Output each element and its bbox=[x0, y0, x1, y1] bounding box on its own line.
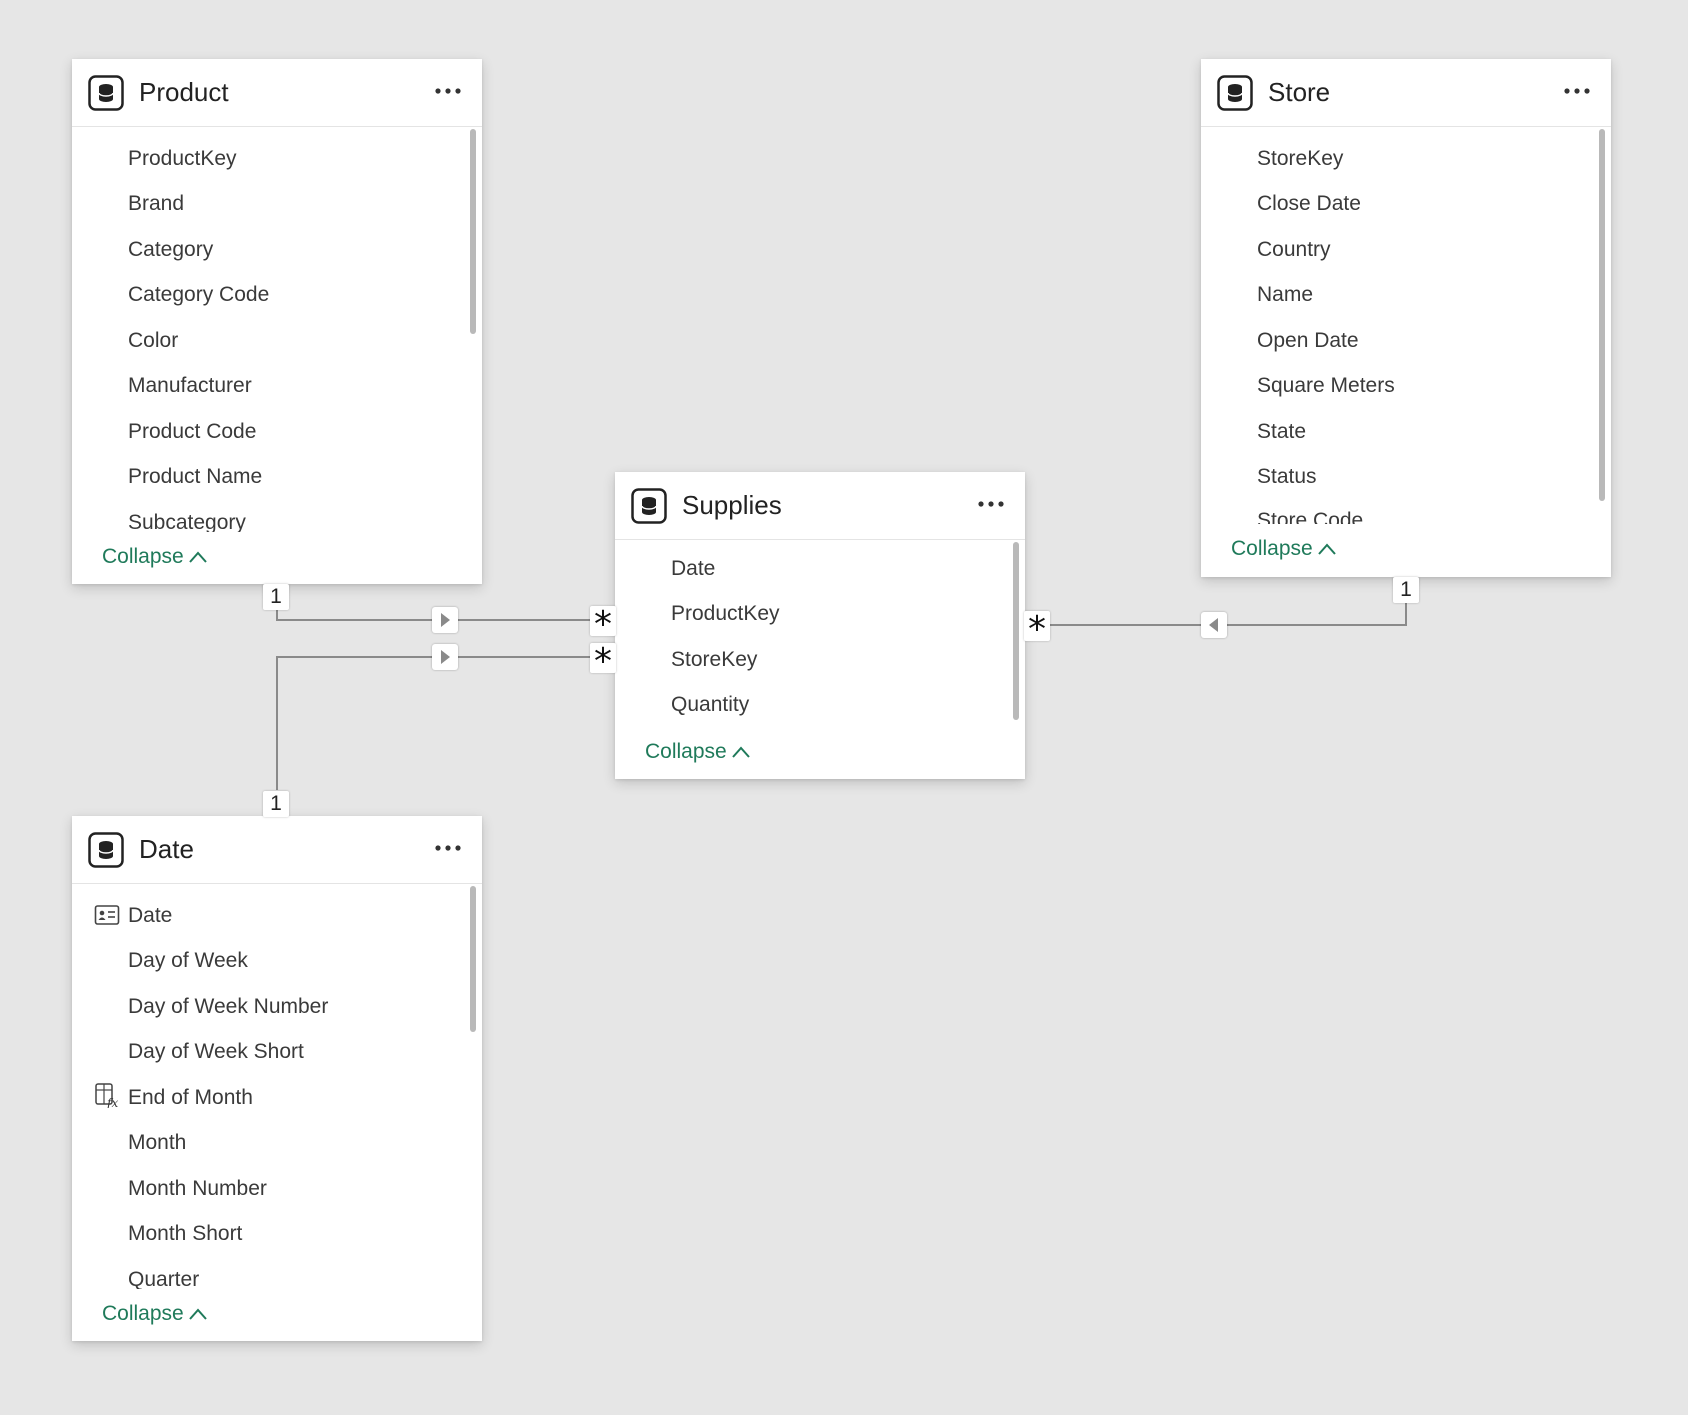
table-card-store[interactable]: Store StoreKey Close Date Country Name O… bbox=[1201, 59, 1611, 577]
field-item[interactable]: Product Code bbox=[128, 420, 256, 444]
table-header[interactable]: Product bbox=[72, 59, 482, 127]
table-card-date[interactable]: Date Date Day of Week Day of Week Number… bbox=[72, 816, 482, 1341]
cardinality-many-badge: * bbox=[1024, 611, 1050, 649]
table-icon bbox=[88, 75, 124, 111]
table-icon bbox=[88, 832, 124, 868]
field-item[interactable]: ProductKey bbox=[671, 602, 780, 626]
scrollbar[interactable] bbox=[470, 129, 476, 334]
field-item[interactable]: Store Code bbox=[1257, 509, 1363, 524]
field-item[interactable]: Brand bbox=[128, 192, 184, 216]
field-item[interactable]: Close Date bbox=[1257, 192, 1361, 216]
cardinality-one-badge: 1 bbox=[263, 791, 289, 817]
table-icon bbox=[1217, 75, 1253, 111]
field-list[interactable]: ProductKey Brand Category Category Code … bbox=[72, 127, 482, 532]
table-header[interactable]: Date bbox=[72, 816, 482, 884]
field-item[interactable]: Subcategory bbox=[128, 511, 246, 532]
date-key-icon bbox=[94, 905, 120, 925]
field-list[interactable]: StoreKey Close Date Country Name Open Da… bbox=[1201, 127, 1611, 524]
field-item[interactable]: Day of Week bbox=[128, 949, 248, 973]
chevron-up-icon bbox=[188, 551, 207, 564]
table-card-supplies[interactable]: Supplies Date ProductKey StoreKey Quanti… bbox=[615, 472, 1025, 779]
field-item[interactable]: Date bbox=[671, 557, 715, 581]
more-options-icon[interactable] bbox=[1563, 79, 1591, 103]
field-item[interactable]: Day of Week Number bbox=[128, 995, 328, 1019]
relationship-line-date-supplies bbox=[276, 656, 590, 790]
field-item[interactable]: End of Month bbox=[128, 1086, 253, 1110]
field-item[interactable]: Open Date bbox=[1257, 329, 1359, 353]
field-item[interactable]: Status bbox=[1257, 465, 1317, 489]
field-item[interactable]: ProductKey bbox=[128, 147, 237, 171]
chevron-up-icon bbox=[731, 746, 750, 759]
more-options-icon[interactable] bbox=[434, 836, 462, 860]
field-item[interactable]: Category bbox=[128, 238, 213, 262]
field-item[interactable]: Name bbox=[1257, 283, 1313, 307]
table-title: Supplies bbox=[682, 490, 782, 520]
scrollbar[interactable] bbox=[1013, 542, 1019, 720]
filter-direction-right-icon[interactable] bbox=[432, 607, 458, 633]
svg-text:fx: fx bbox=[106, 1096, 118, 1108]
cardinality-one-badge: 1 bbox=[1393, 577, 1419, 603]
collapse-button[interactable]: Collapse bbox=[102, 1302, 208, 1326]
scrollbar[interactable] bbox=[470, 886, 476, 1032]
collapse-label: Collapse bbox=[102, 545, 184, 568]
table-title: Store bbox=[1268, 77, 1331, 107]
field-item[interactable]: Color bbox=[128, 329, 178, 353]
field-item[interactable]: State bbox=[1257, 420, 1306, 444]
field-item[interactable]: Quarter bbox=[128, 1268, 199, 1289]
field-item[interactable]: Square Meters bbox=[1257, 374, 1395, 398]
field-item[interactable]: Month Number bbox=[128, 1177, 267, 1201]
field-item[interactable]: StoreKey bbox=[671, 648, 757, 672]
field-item[interactable]: Manufacturer bbox=[128, 374, 252, 398]
table-icon bbox=[631, 488, 667, 524]
table-header[interactable]: Supplies bbox=[615, 472, 1025, 540]
field-item[interactable]: Date bbox=[128, 904, 172, 928]
more-options-icon[interactable] bbox=[434, 79, 462, 103]
cardinality-many-badge: * bbox=[590, 643, 616, 681]
collapse-button[interactable]: Collapse bbox=[1231, 537, 1337, 561]
relationship-line-store-supplies bbox=[1050, 590, 1407, 626]
collapse-button[interactable]: Collapse bbox=[645, 740, 751, 764]
table-title: Product bbox=[139, 77, 229, 107]
table-title: Date bbox=[139, 834, 194, 864]
collapse-label: Collapse bbox=[645, 740, 727, 763]
cardinality-many-badge: * bbox=[590, 606, 616, 644]
filter-direction-left-icon[interactable] bbox=[1201, 612, 1227, 638]
collapse-button[interactable]: Collapse bbox=[102, 545, 208, 569]
filter-direction-right-icon[interactable] bbox=[432, 644, 458, 670]
field-item[interactable]: StoreKey bbox=[1257, 147, 1343, 171]
field-item[interactable]: Product Name bbox=[128, 465, 262, 489]
more-options-icon[interactable] bbox=[977, 492, 1005, 516]
field-item[interactable]: Month Short bbox=[128, 1222, 242, 1246]
chevron-up-icon bbox=[188, 1308, 207, 1321]
field-item[interactable]: Country bbox=[1257, 238, 1331, 262]
field-item[interactable]: Month bbox=[128, 1131, 186, 1155]
cardinality-one-badge: 1 bbox=[263, 584, 289, 610]
calculated-column-icon: fx bbox=[95, 1083, 118, 1108]
scrollbar[interactable] bbox=[1599, 129, 1605, 501]
collapse-label: Collapse bbox=[102, 1302, 184, 1325]
chevron-up-icon bbox=[1317, 543, 1336, 556]
field-item[interactable]: Quantity bbox=[671, 693, 749, 717]
table-card-product[interactable]: Product ProductKey Brand Category Catego… bbox=[72, 59, 482, 584]
collapse-label: Collapse bbox=[1231, 537, 1313, 560]
field-list[interactable]: Date ProductKey StoreKey Quantity bbox=[615, 540, 1025, 730]
field-item[interactable]: Day of Week Short bbox=[128, 1040, 304, 1064]
field-list[interactable]: Date Day of Week Day of Week Number Day … bbox=[72, 884, 482, 1289]
field-item[interactable]: Category Code bbox=[128, 283, 269, 307]
table-header[interactable]: Store bbox=[1201, 59, 1611, 127]
